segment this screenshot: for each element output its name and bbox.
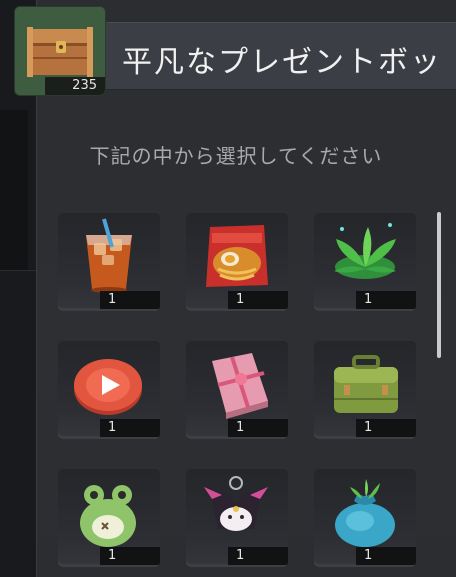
iced-tea-icon: [86, 218, 132, 293]
quantity-label: 1: [228, 419, 288, 437]
quantity-label: 1: [228, 291, 288, 309]
left-divider: [0, 270, 36, 271]
reward-slot-iced-tea[interactable]: 1: [58, 213, 160, 311]
quantity-label: 1: [100, 419, 160, 437]
pink-gift-book-icon: [212, 353, 268, 419]
kuromi-keychain-icon: [204, 476, 268, 531]
reward-slot-play-token[interactable]: 1: [58, 341, 160, 439]
reward-slot-frog-plush[interactable]: 1: [58, 469, 160, 567]
scrollbar-thumb[interactable]: [437, 212, 441, 358]
green-herb-icon: [334, 223, 396, 279]
frog-plush-icon: [80, 485, 136, 547]
instruction-text: 下記の中から選択してください: [89, 144, 383, 168]
quantity-label: 1: [356, 291, 416, 309]
reward-slot-blue-bag[interactable]: 1: [314, 469, 416, 567]
quantity-label: 1: [356, 547, 416, 565]
quantity-label: 1: [356, 419, 416, 437]
quantity-label: 1: [100, 291, 160, 309]
title-bar: 平凡なプレゼントボッ: [104, 22, 456, 90]
reward-slot-herb[interactable]: 1: [314, 213, 416, 311]
owned-count: 235: [45, 77, 105, 95]
red-play-token-icon: [74, 359, 142, 415]
blue-bag-icon: [335, 479, 395, 547]
green-suitcase-icon: [334, 355, 398, 413]
reward-slot-gift-book[interactable]: 1: [186, 341, 288, 439]
reward-slot-ramen[interactable]: 1: [186, 213, 288, 311]
quantity-label: 1: [228, 547, 288, 565]
quantity-label: 1: [100, 547, 160, 565]
ramen-cup-icon: [206, 225, 268, 287]
present-box-item[interactable]: 235: [14, 6, 106, 96]
page-title: 平凡なプレゼントボッ: [122, 45, 442, 80]
reward-slot-suitcase[interactable]: 1: [314, 341, 416, 439]
reward-slot-keychain[interactable]: 1: [186, 469, 288, 567]
left-dark-block: [0, 110, 28, 270]
